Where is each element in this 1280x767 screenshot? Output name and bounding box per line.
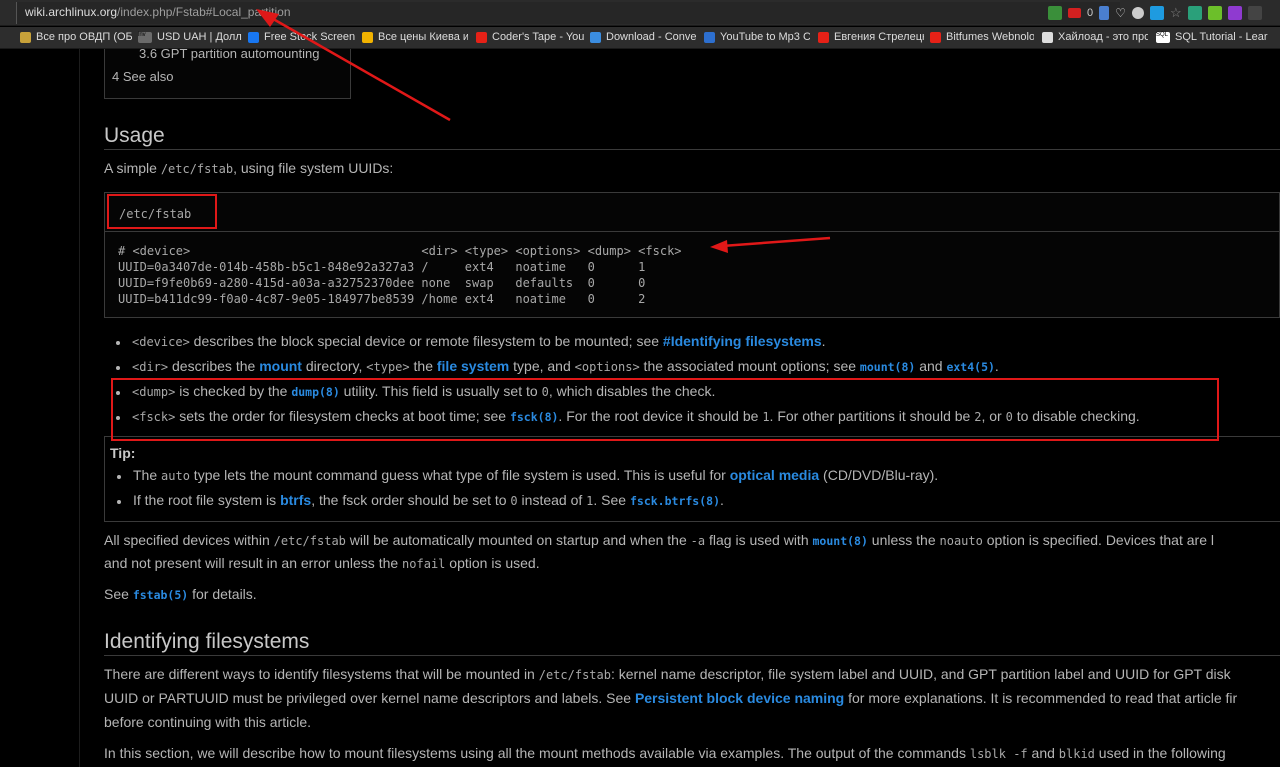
link-file-system[interactable]: file system xyxy=(437,358,509,374)
identifying-line-2: UUID or PARTUUID must be privileged over… xyxy=(104,690,1238,706)
bookmark-label: Хайлоад - это про xyxy=(1058,31,1148,43)
tip-label: Tip: xyxy=(110,445,136,461)
paragraph-see-fstab: See fstab(5) for details. xyxy=(104,586,257,602)
link-persistent-naming[interactable]: Persistent block device naming xyxy=(635,690,844,706)
extension-icon[interactable] xyxy=(1048,6,1062,20)
tip-list: The auto type lets the mount command gue… xyxy=(105,467,938,517)
bookmark-favicon-icon: SQL xyxy=(1156,31,1170,43)
bookmark-favicon-icon: inv xyxy=(138,31,152,43)
paragraph-automount: All specified devices within /etc/fstab … xyxy=(104,532,1214,548)
bookmark-item[interactable]: Хайлоад - это про xyxy=(1042,31,1148,43)
extension-counter: 0 xyxy=(1087,7,1094,19)
link-mount-8[interactable]: mount(8) xyxy=(860,360,915,374)
youtube-extension-icon[interactable] xyxy=(1068,8,1081,18)
ghost-icon[interactable] xyxy=(1132,7,1144,19)
fstab-line: # <device> <dir> <type> <options> <dump>… xyxy=(118,244,682,258)
extension-icons: 0 ♡ xyxy=(1048,5,1126,21)
link-ext4-5[interactable]: ext4(5) xyxy=(946,360,994,374)
link-mount-8-b[interactable]: mount(8) xyxy=(813,534,868,548)
fstab-line: UUID=f9fe0b69-a280-415d-a03a-a32752370de… xyxy=(118,276,646,290)
fstab-line: UUID=b411dc99-f0a0-4c87-9e05-184977be853… xyxy=(118,292,646,306)
extension-icon-2[interactable] xyxy=(1227,6,1242,20)
bookmark-label: SQL Tutorial - Lear xyxy=(1175,31,1268,43)
bookmark-item[interactable]: Все цены Киева и xyxy=(362,31,468,43)
bookmarks-bar: Все про ОВДП (ОБ inv USD UAH | Долла Free S… xyxy=(0,27,1280,49)
heading-rule xyxy=(104,655,1280,656)
bookmark-item[interactable]: Bitfumes Webnolo xyxy=(930,31,1034,43)
translate-icon[interactable] xyxy=(1187,6,1202,20)
link-fsck-btrfs-8[interactable]: fsck.btrfs(8) xyxy=(630,494,720,508)
bookmark-label: USD UAH | Долла xyxy=(157,31,242,43)
link-optical-media[interactable]: optical media xyxy=(730,467,819,483)
bookmark-label: YouTube to Mp3 C xyxy=(720,31,810,43)
toc-item-gpt-automounting[interactable]: 3.6 GPT partition automounting xyxy=(139,49,319,61)
heart-icon[interactable]: ♡ xyxy=(1115,6,1126,20)
bookmark-favicon-icon xyxy=(590,31,601,43)
bookmark-favicon-icon xyxy=(248,31,259,43)
bookmark-item[interactable]: YouTube to Mp3 C xyxy=(704,31,810,43)
star-icon[interactable]: ☆ xyxy=(1170,5,1182,21)
bookmark-favicon-icon xyxy=(20,31,31,43)
bookmark-favicon-icon xyxy=(930,31,941,43)
tip-item-auto: The auto type lets the mount command gue… xyxy=(105,467,938,492)
toc-item-see-also[interactable]: 4 See also xyxy=(112,69,173,84)
link-btrfs[interactable]: btrfs xyxy=(280,492,311,508)
sidebar-divider xyxy=(79,49,80,767)
fstab-file-box: /etc/fstab # <device> <dir> <type> <opti… xyxy=(104,192,1280,318)
browser-toolbar: wiki.archlinux.org/index.php/Fstab#Local… xyxy=(0,0,1280,26)
bookmark-label: Download - Conve xyxy=(606,31,697,43)
bookmark-item[interactable]: Free Stock Screen xyxy=(248,31,356,43)
bookmark-label: Все про ОВДП (ОБ xyxy=(36,31,132,43)
table-of-contents: 3.6 GPT partition automounting 4 See als… xyxy=(104,49,351,99)
usage-heading: Usage xyxy=(104,124,165,147)
bookmark-item[interactable]: Все про ОВДП (ОБ xyxy=(20,31,132,43)
file-box-divider xyxy=(105,231,1279,232)
bookmark-item[interactable]: Евгения Стрелецк xyxy=(818,31,924,43)
bookmark-item[interactable]: Coder's Tape - You xyxy=(476,31,584,43)
bookmark-item[interactable]: Download - Conve xyxy=(590,31,698,43)
link-identifying-filesystems[interactable]: #Identifying filesystems xyxy=(663,333,822,349)
heading-rule xyxy=(104,149,1280,150)
annotation-box-filename xyxy=(107,194,217,229)
link-mount[interactable]: mount xyxy=(259,358,302,374)
fstab-line: UUID=0a3407de-014b-458b-b5c1-848e92a327a… xyxy=(118,260,646,274)
screenshot-icon[interactable] xyxy=(1150,6,1164,20)
list-item-device: <device> describes the block special dev… xyxy=(104,333,1140,358)
bookmark-label: Все цены Киева и xyxy=(378,31,468,43)
address-url[interactable]: wiki.archlinux.org/index.php/Fstab#Local… xyxy=(25,5,291,19)
download-icon[interactable] xyxy=(1207,6,1222,20)
identifying-line-1: There are different ways to identify fil… xyxy=(104,666,1231,682)
bookmark-label: Bitfumes Webnolo xyxy=(946,31,1034,43)
bookmark-item[interactable]: SQL SQL Tutorial - Lear xyxy=(1156,31,1276,43)
identifying-heading: Identifying filesystems xyxy=(104,630,310,653)
avatar[interactable] xyxy=(1247,6,1262,20)
bookmark-label: Coder's Tape - You xyxy=(492,31,584,43)
toolbar-icons: ☆ xyxy=(1132,5,1262,21)
bookmark-favicon-icon xyxy=(1042,31,1053,43)
bookmark-label: Free Stock Screen xyxy=(264,31,356,43)
bookmark-favicon-icon xyxy=(818,31,829,43)
identifying-line-4: In this section, we will describe how to… xyxy=(104,745,1226,761)
shield-icon[interactable] xyxy=(1099,6,1110,20)
annotation-box-dump-fsck xyxy=(111,378,1219,441)
fstab-file-content: # <device> <dir> <type> <options> <dump>… xyxy=(118,243,682,307)
bookmark-favicon-icon xyxy=(704,31,715,43)
bookmark-item[interactable]: inv USD UAH | Долла xyxy=(138,31,242,43)
tip-item-btrfs: If the root file system is btrfs, the fs… xyxy=(105,492,938,517)
address-bar[interactable]: wiki.archlinux.org/index.php/Fstab#Local… xyxy=(16,2,1120,24)
paragraph-automount-cont: and not present will result in an error … xyxy=(104,555,540,571)
bookmark-label: Евгения Стрелецк xyxy=(834,31,924,43)
bookmark-favicon-icon xyxy=(362,31,373,43)
bookmark-favicon-icon xyxy=(476,31,487,43)
tip-box: Tip: The auto type lets the mount comman… xyxy=(104,436,1280,522)
link-fstab-5[interactable]: fstab(5) xyxy=(133,588,188,602)
usage-intro: A simple /etc/fstab, using file system U… xyxy=(104,160,394,176)
identifying-line-3: before continuing with this article. xyxy=(104,714,311,730)
